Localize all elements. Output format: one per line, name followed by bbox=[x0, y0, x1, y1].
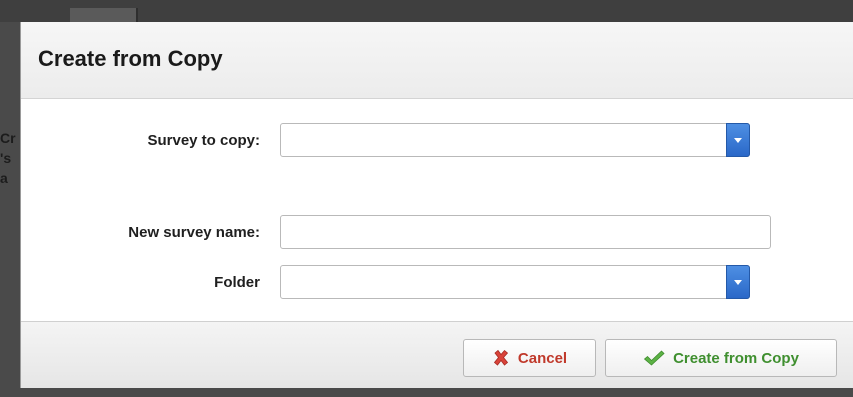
dialog-footer: Cancel Create from Copy bbox=[21, 321, 853, 388]
folder-row: Folder bbox=[21, 265, 853, 301]
create-from-copy-dialog: Create from Copy Survey to copy: New sur… bbox=[20, 22, 853, 388]
cancel-button[interactable]: Cancel bbox=[463, 339, 596, 377]
survey-to-copy-row: Survey to copy: bbox=[21, 123, 853, 159]
folder-select[interactable] bbox=[280, 265, 750, 299]
new-survey-name-label: New survey name: bbox=[128, 224, 260, 241]
survey-to-copy-select[interactable] bbox=[280, 123, 750, 157]
create-from-copy-label: Create from Copy bbox=[673, 349, 799, 367]
survey-to-copy-label: Survey to copy: bbox=[147, 132, 260, 149]
background-page-tab bbox=[70, 8, 138, 22]
cancel-label: Cancel bbox=[517, 349, 568, 367]
chevron-down-icon bbox=[734, 138, 742, 143]
dialog-title: Create from Copy bbox=[38, 46, 223, 71]
chevron-down-icon bbox=[734, 280, 742, 285]
survey-to-copy-dropdown-button[interactable] bbox=[726, 123, 750, 157]
dialog-header: Create from Copy bbox=[21, 22, 853, 99]
close-icon bbox=[493, 349, 508, 366]
create-from-copy-button[interactable]: Create from Copy bbox=[605, 339, 837, 377]
folder-label: Folder bbox=[214, 274, 260, 291]
folder-dropdown-button[interactable] bbox=[726, 265, 750, 299]
new-survey-name-row: New survey name: bbox=[21, 215, 853, 251]
background-page-content: Cr's a bbox=[0, 130, 16, 186]
check-icon bbox=[643, 350, 665, 366]
new-survey-name-input[interactable] bbox=[280, 215, 771, 249]
